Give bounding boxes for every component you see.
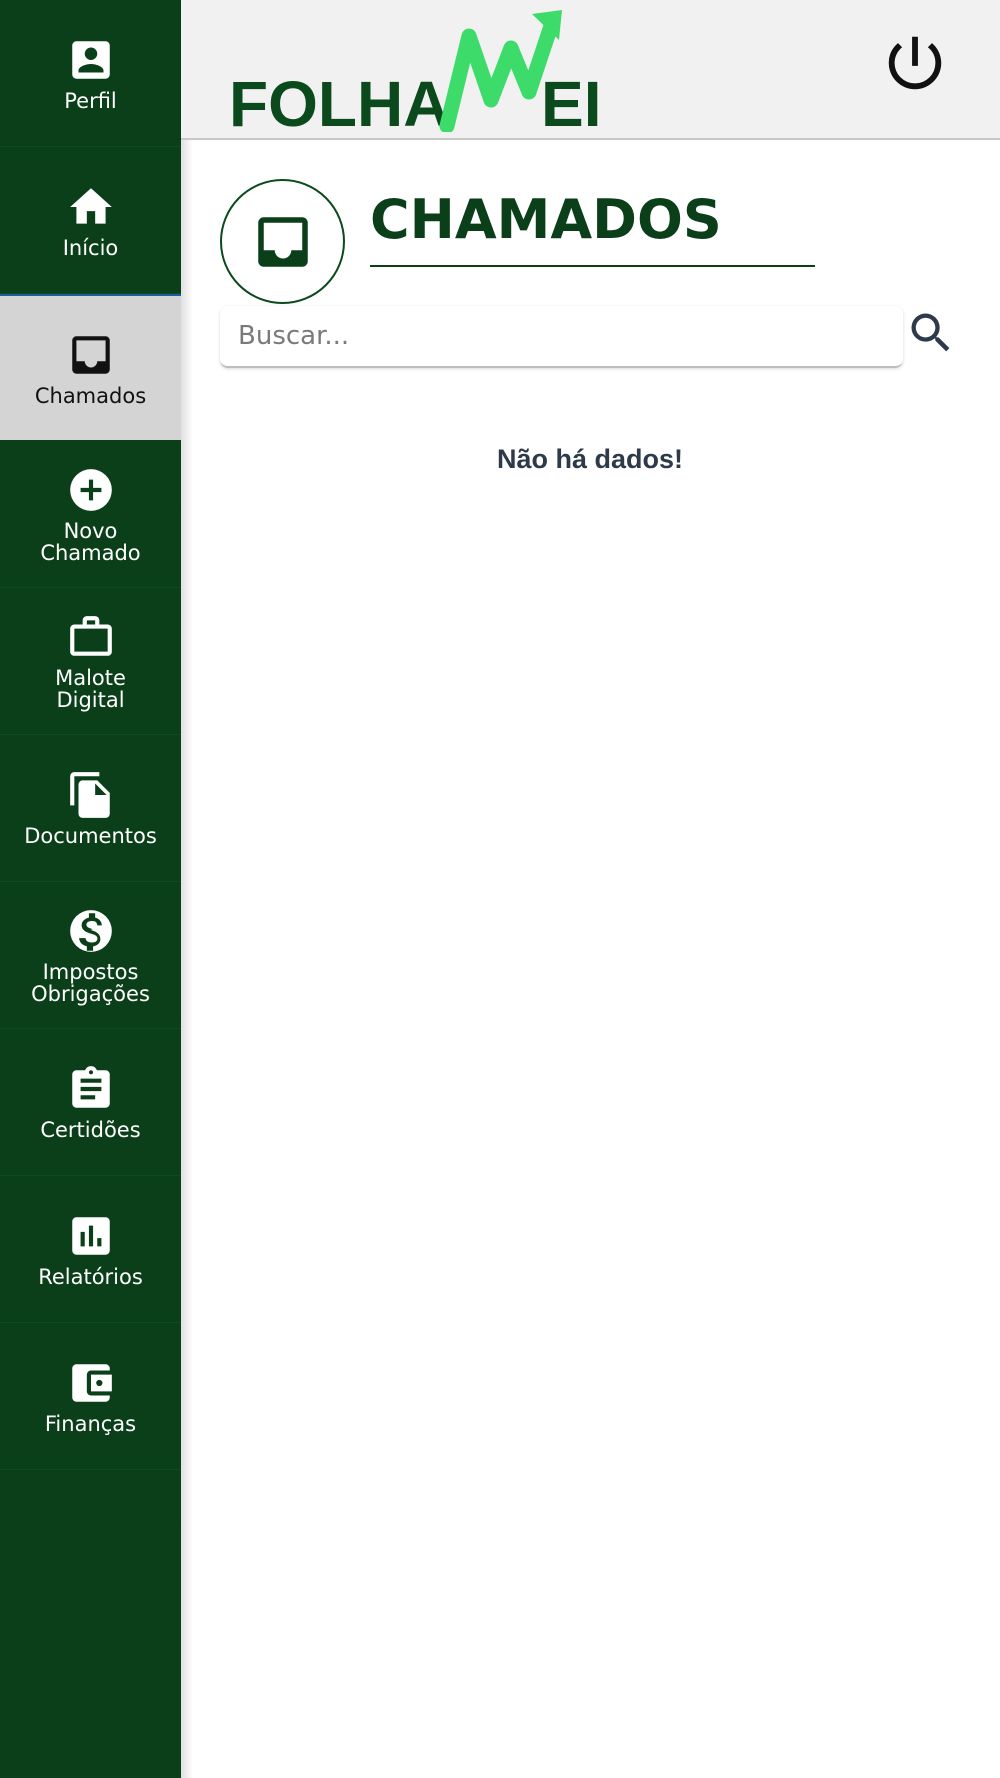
bar-chart-icon	[65, 1210, 117, 1262]
logo-text-suffix: EI	[541, 68, 601, 132]
sidebar-item-label: Certidões	[40, 1118, 141, 1142]
sidebar-item-impostos-obrigacoes[interactable]: Impostos Obrigações	[0, 882, 181, 1029]
sidebar-item-label: Chamados	[34, 384, 147, 408]
wallet-icon	[65, 1357, 117, 1409]
sidebar-item-relatorios[interactable]: Relatórios	[0, 1176, 181, 1323]
add-circle-icon	[65, 464, 117, 516]
briefcase-icon	[65, 611, 117, 663]
search-icon[interactable]	[905, 307, 957, 359]
clipboard-icon	[65, 1063, 117, 1115]
page-title: CHAMADOS	[370, 188, 722, 251]
sidebar-item-certidoes[interactable]: Certidões	[0, 1029, 181, 1176]
file-copy-icon	[65, 769, 117, 821]
sidebar-item-malote-digital[interactable]: Malote Digital	[0, 588, 181, 735]
inbox-icon	[257, 216, 308, 267]
sidebar-item-chamados[interactable]: Chamados	[0, 294, 181, 440]
sidebar-item-label: Novo Chamado	[40, 519, 141, 565]
sidebar-shadow	[181, 140, 193, 1778]
sidebar-item-label: Documentos	[24, 824, 157, 848]
home-icon	[65, 181, 117, 233]
sidebar-item-label: Impostos Obrigações	[31, 960, 150, 1006]
empty-state-message: Não há dados!	[496, 444, 684, 474]
account-box-icon	[65, 34, 117, 86]
sidebar-item-novo-chamado[interactable]: Novo Chamado	[0, 441, 181, 588]
folha-mei-logo[interactable]: FOLHA EI	[229, 8, 609, 132]
sidebar-item-label: Início	[62, 236, 119, 260]
sidebar-item-inicio[interactable]: Início	[0, 147, 181, 294]
sidebar-item-label: Finanças	[44, 1412, 137, 1436]
logo-text: FOLHA	[229, 68, 449, 132]
dollar-circle-icon	[65, 905, 117, 957]
power-icon[interactable]	[880, 28, 950, 98]
sidebar-item-label: Relatórios	[38, 1265, 143, 1289]
sidebar: Perfil Início Chamados Novo Chamado Malo…	[0, 0, 181, 1778]
logo-m-mark	[439, 18, 559, 132]
page-title-icon-badge	[220, 179, 345, 304]
title-underline	[370, 265, 815, 267]
sidebar-item-documentos[interactable]: Documentos	[0, 735, 181, 882]
sidebar-item-label: Perfil	[64, 89, 117, 113]
header: FOLHA EI	[181, 0, 1000, 140]
sidebar-item-label: Malote Digital	[55, 666, 126, 712]
sidebar-item-perfil[interactable]: Perfil	[0, 0, 181, 147]
search-box	[220, 306, 903, 368]
sidebar-item-financas[interactable]: Finanças	[0, 1323, 181, 1470]
search-input[interactable]	[220, 306, 903, 366]
inbox-icon	[65, 329, 117, 381]
